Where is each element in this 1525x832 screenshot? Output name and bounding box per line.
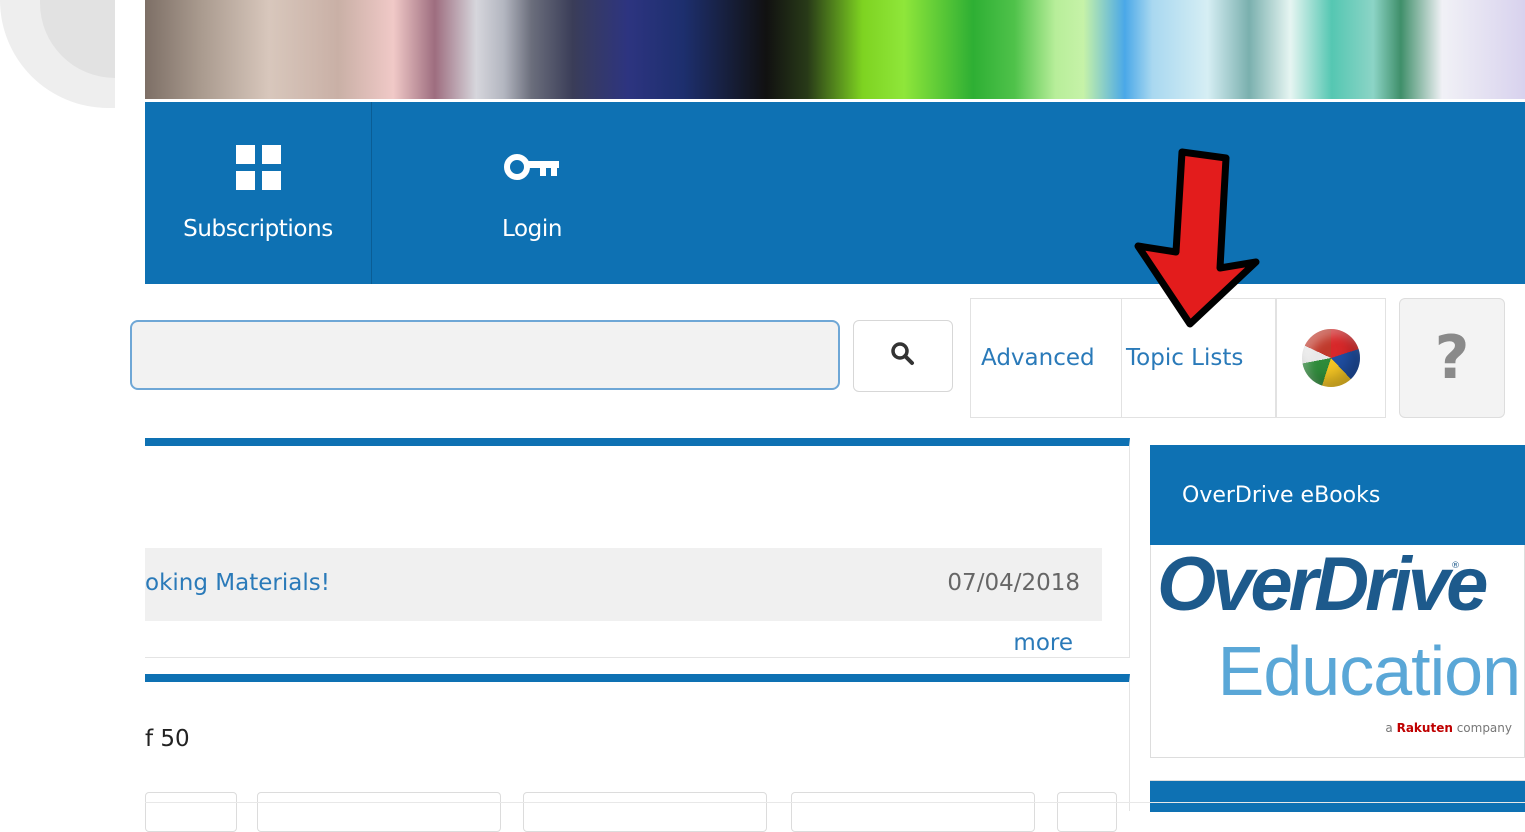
nav-subscriptions-label: Subscriptions — [183, 216, 333, 242]
news-item-date: 07/04/2018 — [947, 570, 1080, 596]
result-card[interactable] — [1057, 792, 1117, 832]
overdrive-logo-link[interactable]: OverDrive ® Education a Rakuten company — [1150, 545, 1525, 758]
result-card[interactable] — [145, 792, 237, 832]
result-cards-row — [145, 792, 1130, 832]
result-card[interactable] — [791, 792, 1035, 832]
search-icon — [890, 341, 916, 371]
news-item[interactable]: oking Materials! 07/04/2018 — [145, 548, 1102, 621]
language-button[interactable] — [1276, 298, 1386, 418]
main-navigation: Subscriptions Login — [145, 102, 1525, 284]
divider — [145, 802, 1525, 803]
site-logo-fragment — [0, 0, 115, 108]
overdrive-brand: OverDrive — [1157, 545, 1488, 627]
nav-login[interactable]: Login — [372, 102, 692, 284]
news-item-title[interactable]: oking Materials! — [145, 570, 330, 596]
news-panel: oking Materials! 07/04/2018 more — [145, 438, 1130, 658]
red-arrow-down-icon — [1134, 148, 1260, 328]
nav-login-label: Login — [501, 216, 563, 242]
result-card[interactable] — [257, 792, 501, 832]
rakuten-tagline: a Rakuten company — [1385, 721, 1512, 735]
search-input[interactable] — [130, 320, 840, 390]
search-button[interactable] — [853, 320, 953, 392]
overdrive-education-text: Education — [1217, 632, 1521, 710]
globe-flags-icon — [1302, 329, 1360, 387]
header-banner-image — [145, 0, 1525, 102]
sidebar-next-widget — [1150, 780, 1525, 812]
sidebar-overdrive-header: OverDrive eBooks — [1150, 445, 1525, 545]
news-more-link[interactable]: more — [1013, 630, 1073, 656]
results-panel: f 50 — [145, 674, 1130, 832]
result-card[interactable] — [523, 792, 767, 832]
advanced-search-link[interactable]: Advanced — [981, 299, 1122, 417]
nav-subscriptions[interactable]: Subscriptions — [145, 102, 372, 284]
results-count: f 50 — [145, 726, 190, 752]
help-button[interactable]: ? — [1399, 298, 1505, 418]
grid-icon — [235, 138, 281, 196]
registered-mark: ® — [1451, 561, 1460, 571]
key-icon — [503, 138, 561, 196]
